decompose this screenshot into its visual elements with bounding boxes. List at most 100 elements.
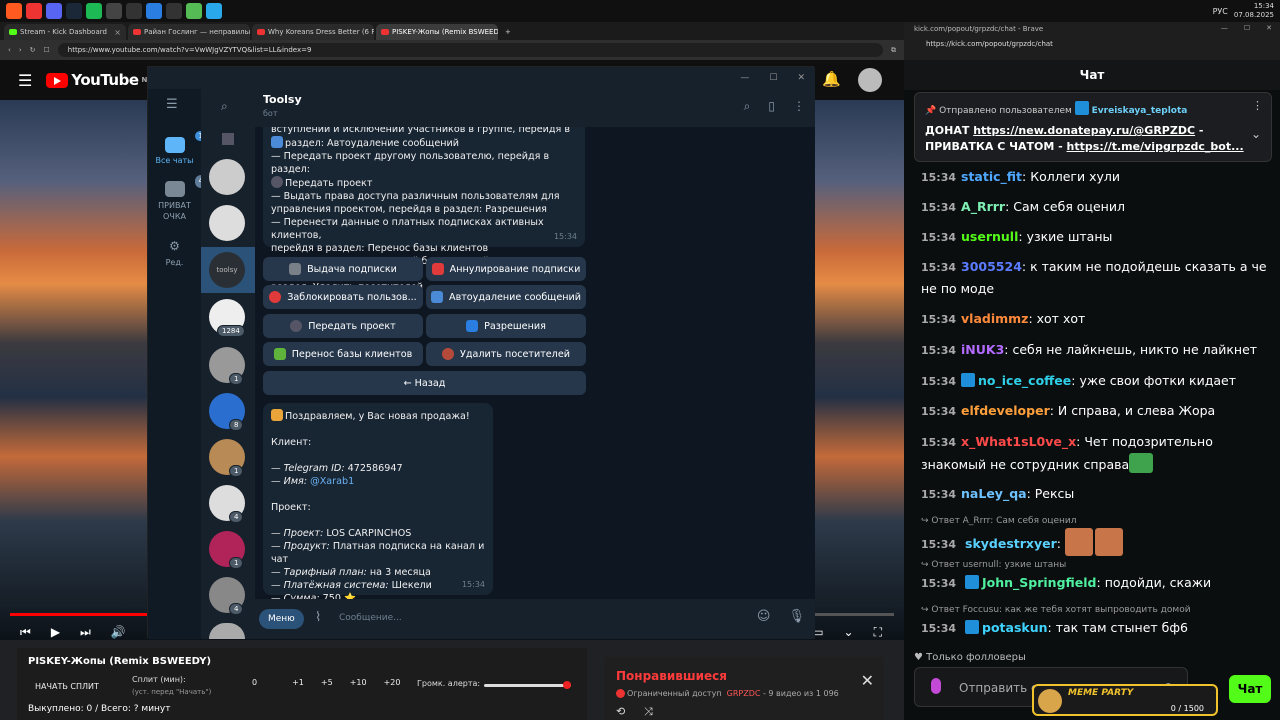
- folder-all-chats[interactable]: 17Все чаты: [148, 131, 212, 165]
- folder-private[interactable]: 4ПРИВАТ ОЧКА: [148, 175, 207, 222]
- previous-icon[interactable]: ⏮: [20, 625, 31, 640]
- clock[interactable]: 15:34 07.08.2025: [1234, 2, 1274, 20]
- alert-volume-slider[interactable]: [484, 684, 571, 687]
- step-plus-10-button[interactable]: +10: [350, 678, 367, 687]
- chat-message[interactable]: 15:34 usernull: узкие штаны: [921, 226, 1276, 248]
- chat-message[interactable]: 15:34 3005524: к таким не подойдешь сказа…: [921, 256, 1276, 299]
- next-icon[interactable]: ⏭: [80, 625, 91, 640]
- url-input[interactable]: https://www.youtube.com/watch?v=VwWJgVZY…: [57, 43, 883, 57]
- close-icon[interactable]: ✕: [861, 671, 874, 690]
- chat-avatar[interactable]: [209, 205, 245, 241]
- chat-message[interactable]: 15:34 vladimmz: хот хот: [921, 308, 1276, 330]
- search-icon[interactable]: ⌕: [221, 99, 228, 114]
- forward-icon[interactable]: ›: [19, 46, 22, 54]
- tab-youtube-1[interactable]: Райан Гослинг — неправильные с...×: [128, 24, 250, 40]
- minimize-icon[interactable]: —: [1221, 24, 1228, 32]
- obs-icon[interactable]: [106, 3, 122, 19]
- chevron-down-icon[interactable]: ⌄: [844, 625, 854, 639]
- chevron-down-icon[interactable]: ⌄: [1251, 127, 1261, 141]
- notifications-icon[interactable]: 🔔: [822, 70, 841, 88]
- slider-handle[interactable]: [562, 681, 571, 689]
- kb-block-user[interactable]: Заблокировать пользов...: [263, 285, 423, 309]
- menu-icon[interactable]: ☰: [166, 97, 178, 112]
- bookmark-icon[interactable]: ☐: [44, 46, 50, 54]
- send-chat-button[interactable]: Чат: [1229, 675, 1271, 703]
- volume-icon[interactable]: 🔊: [111, 625, 126, 639]
- search-icon[interactable]: ⌕: [744, 99, 751, 114]
- folder-edit[interactable]: ⚙ Ред.: [148, 239, 201, 267]
- chat-message[interactable]: 15:34 naLey_qa: Рексы: [921, 483, 1276, 505]
- reply-context[interactable]: ↪ Ответ A_Rrrr: Сам себя оценил: [921, 516, 1077, 526]
- chat-message[interactable]: 15:34 x_What1sL0ve_x: Чет подозрительно з…: [921, 431, 1276, 475]
- discord-icon[interactable]: [46, 3, 62, 19]
- start-split-button[interactable]: НАЧАТЬ СПЛИТ: [27, 678, 107, 695]
- chat-message[interactable]: 15:34 static_fit: Коллеги хули: [921, 166, 1276, 188]
- kb-cancel-subscription[interactable]: Аннулирование подписки: [426, 257, 586, 281]
- reload-icon[interactable]: ↻: [30, 46, 36, 54]
- app-icon[interactable]: [26, 3, 42, 19]
- step-plus-5-button[interactable]: +5: [321, 678, 333, 687]
- chat-message[interactable]: 15:34 potaskun: так там стынет бф6: [921, 617, 1276, 639]
- kb-issue-subscription[interactable]: Выдача подписки: [263, 257, 423, 281]
- tray-language[interactable]: РУС: [1213, 7, 1228, 16]
- microphone-icon[interactable]: [931, 678, 941, 694]
- step-plus-1-button[interactable]: +1: [292, 678, 304, 687]
- telegram-icon[interactable]: [206, 3, 222, 19]
- fullscreen-icon[interactable]: ⛶: [874, 625, 882, 640]
- chat-message[interactable]: 15:34 A_Rrrr: Сам себя оценил: [921, 196, 1276, 218]
- shuffle-icon[interactable]: ⤨: [644, 705, 653, 719]
- minimize-icon[interactable]: —: [740, 73, 749, 83]
- new-tab-button[interactable]: +: [500, 24, 516, 40]
- attach-icon[interactable]: ⌇: [315, 610, 321, 625]
- kick-url[interactable]: https://kick.com/popout/grpzdc/chat: [926, 40, 1053, 48]
- close-icon[interactable]: ×: [114, 28, 121, 37]
- channel-link[interactable]: GRPZDC: [727, 689, 761, 698]
- brave-icon[interactable]: [6, 3, 22, 19]
- avatar[interactable]: [858, 68, 882, 92]
- steam-icon[interactable]: [66, 3, 82, 19]
- emoji-icon[interactable]: ☺: [757, 609, 771, 624]
- kb-transfer-project[interactable]: Передать проект: [263, 314, 423, 338]
- app-icon[interactable]: [166, 3, 182, 19]
- chat-message[interactable]: 15:34 skydestrxyer:: [921, 528, 1276, 556]
- chat-message[interactable]: 15:34 elfdeveloper: И справа, и слева Жор…: [921, 400, 1276, 422]
- reply-context[interactable]: ↪ Ответ Foccusu: как же тебя хотят выпро…: [921, 605, 1191, 615]
- play-icon[interactable]: ▶: [51, 625, 60, 639]
- sidebar-icon[interactable]: ▯: [768, 99, 775, 114]
- tab-youtube-2[interactable]: Why Koreans Dress Better (6 Fashio...×: [252, 24, 374, 40]
- spotify-icon[interactable]: [86, 3, 102, 19]
- more-icon[interactable]: ⋮: [793, 99, 805, 114]
- kb-remove-visitors[interactable]: Удалить посетителей: [426, 342, 586, 366]
- step-plus-20-button[interactable]: +20: [384, 678, 401, 687]
- loop-icon[interactable]: ⟲: [616, 705, 625, 718]
- kb-auto-delete[interactable]: Автоудаление сообщений: [426, 285, 586, 309]
- youtube-logo[interactable]: YouTubeNL: [46, 71, 151, 89]
- kb-permissions[interactable]: Разрешения: [426, 314, 586, 338]
- close-icon[interactable]: ✕: [1266, 24, 1272, 32]
- kb-back[interactable]: ← Назад: [263, 371, 586, 395]
- split-value[interactable]: 0: [252, 678, 257, 687]
- more-icon[interactable]: ⋮: [1252, 99, 1263, 112]
- menu-icon[interactable]: ☰: [18, 71, 32, 90]
- chat-message[interactable]: 15:34 John_Springfield: подойди, скажи: [921, 572, 1276, 594]
- app-icon[interactable]: [126, 3, 142, 19]
- app-icon[interactable]: [146, 3, 162, 19]
- reply-context[interactable]: ↪ Ответ usernull: узкие штаны: [921, 560, 1066, 570]
- bot-menu-button[interactable]: Меню: [259, 609, 304, 629]
- chat-avatar[interactable]: [209, 159, 245, 195]
- microphone-icon[interactable]: 🎙: [788, 609, 805, 624]
- kb-client-transfer[interactable]: Перенос базы клиентов: [263, 342, 423, 366]
- maximize-icon[interactable]: ☐: [1244, 24, 1250, 32]
- app-icon[interactable]: [186, 3, 202, 19]
- pinned-user[interactable]: Evreiskaya_teplota: [1092, 106, 1188, 116]
- chat-title[interactable]: Toolsy: [263, 93, 302, 106]
- chat-message[interactable]: 15:34 iNUK3: себя не лайкнешь, никто не л…: [921, 339, 1276, 361]
- close-icon[interactable]: ✕: [797, 73, 805, 83]
- playlist-title[interactable]: Понравившиеся: [616, 669, 727, 683]
- message-input[interactable]: Сообщение...: [339, 613, 402, 623]
- tab-kick-dashboard[interactable]: Stream - Kick Dashboard ×: [4, 24, 126, 40]
- donate-link[interactable]: https://new.donatepay.ru/@GRPZDC: [973, 124, 1195, 137]
- private-link[interactable]: https://t.me/vipgrpzdc_bot...: [1067, 140, 1244, 153]
- back-icon[interactable]: ‹: [8, 46, 11, 54]
- username-link[interactable]: @Xarab1: [310, 476, 354, 487]
